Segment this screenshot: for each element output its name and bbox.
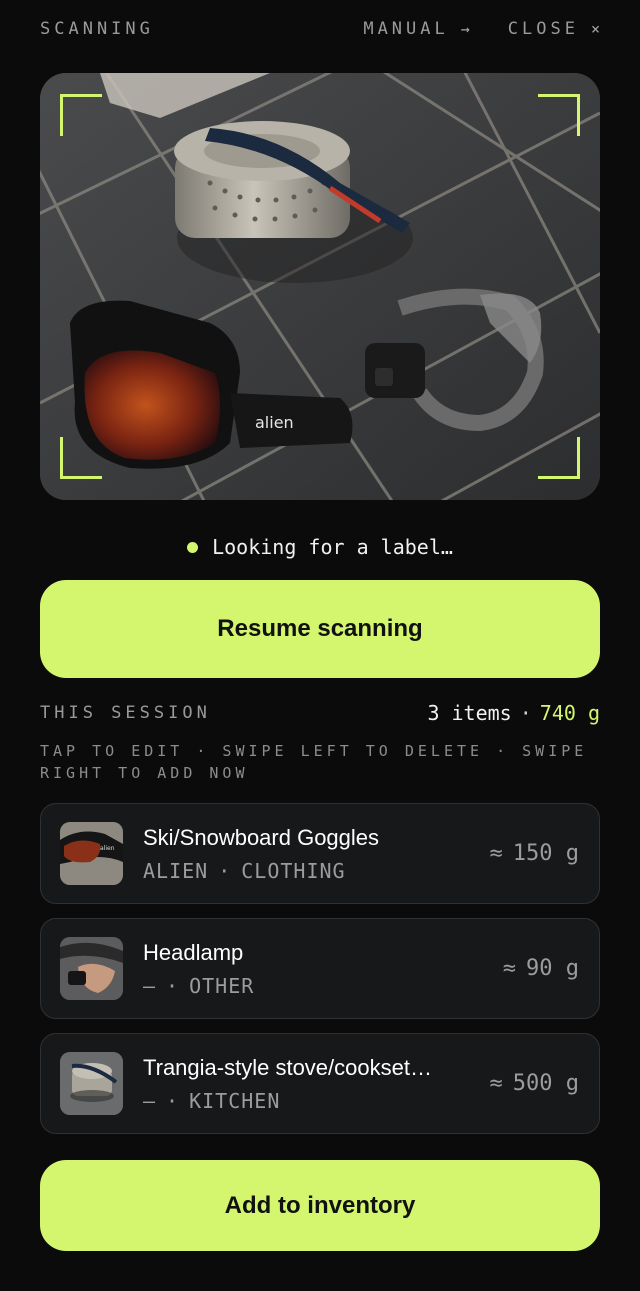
manual-label: MANUAL bbox=[363, 19, 449, 39]
status-dot-icon bbox=[187, 541, 199, 553]
approx-icon: ≈ bbox=[502, 956, 517, 981]
camera-viewfinder[interactable]: alien bbox=[40, 73, 600, 500]
svg-text:alien: alien bbox=[100, 845, 115, 852]
item-meta-separator: · bbox=[166, 974, 180, 998]
camera-feed-image: alien bbox=[40, 73, 600, 500]
approx-icon: ≈ bbox=[489, 1071, 503, 1096]
scan-status: Looking for a label… bbox=[0, 533, 640, 561]
item-category: KITCHEN bbox=[189, 1089, 281, 1113]
top-actions: MANUAL → CLOSE × bbox=[363, 19, 600, 39]
item-name: Ski/Snowboard Goggles bbox=[143, 825, 380, 850]
item-meta-separator: · bbox=[218, 859, 232, 883]
frame-corner-top-right bbox=[538, 94, 580, 136]
add-to-inventory-button[interactable]: Add to inventory bbox=[40, 1160, 600, 1251]
item-brand: ALIEN bbox=[143, 859, 209, 883]
session-header: THIS SESSION 3 items · 740 g bbox=[40, 700, 600, 726]
item-name: Trangia-style stove/cookset… bbox=[143, 1055, 432, 1080]
item-meta: — · KITCHEN bbox=[143, 1089, 280, 1113]
item-weight: ≈ 150 g bbox=[490, 841, 579, 866]
item-brand: — bbox=[143, 974, 157, 998]
session-item-count: 3 items bbox=[427, 701, 512, 725]
svg-text:alien: alien bbox=[255, 413, 294, 432]
item-meta-separator: · bbox=[166, 1089, 180, 1113]
item-weight-value: 150 g bbox=[512, 841, 579, 866]
resume-scanning-button[interactable]: Resume scanning bbox=[40, 580, 600, 678]
item-weight-value: 90 g bbox=[526, 956, 579, 981]
item-category: CLOTHING bbox=[241, 859, 346, 883]
top-bar: SCANNING MANUAL → CLOSE × bbox=[40, 16, 600, 42]
item-weight-value: 500 g bbox=[512, 1071, 579, 1096]
close-icon: × bbox=[590, 20, 600, 38]
item-meta: — · OTHER bbox=[143, 974, 254, 998]
approx-icon: ≈ bbox=[489, 841, 503, 866]
manual-button[interactable]: MANUAL → bbox=[363, 19, 469, 39]
item-meta: ALIEN · CLOTHING bbox=[143, 859, 346, 883]
session-summary: 3 items · 740 g bbox=[427, 701, 600, 725]
frame-corner-bottom-right bbox=[538, 437, 580, 479]
item-weight: ≈ 90 g bbox=[503, 956, 579, 981]
status-text: Looking for a label… bbox=[212, 535, 453, 559]
item-thumbnail: alien bbox=[60, 822, 123, 885]
frame-corner-bottom-left bbox=[60, 437, 102, 479]
item-thumbnail bbox=[60, 937, 123, 1000]
item-category: OTHER bbox=[189, 974, 255, 998]
gesture-hint: TAP TO EDIT · SWIPE LEFT TO DELETE · SWI… bbox=[40, 742, 588, 782]
screen-title: SCANNING bbox=[40, 19, 154, 39]
list-item[interactable]: Headlamp — · OTHER ≈ 90 g bbox=[40, 918, 600, 1019]
frame-corner-top-left bbox=[60, 94, 102, 136]
item-brand: — bbox=[143, 1089, 157, 1113]
session-label: THIS SESSION bbox=[40, 703, 211, 723]
session-total-weight: 740 g bbox=[539, 701, 600, 725]
list-item[interactable]: alien Ski/Snowboard Goggles ALIEN · CLOT… bbox=[40, 803, 600, 904]
item-name: Headlamp bbox=[143, 940, 244, 965]
arrow-right-icon: → bbox=[460, 20, 470, 38]
close-button[interactable]: CLOSE × bbox=[508, 19, 600, 39]
item-thumbnail bbox=[60, 1052, 123, 1115]
list-item[interactable]: Trangia-style stove/cookset… — · KITCHEN… bbox=[40, 1033, 600, 1134]
session-separator: · bbox=[519, 701, 532, 725]
close-label: CLOSE bbox=[507, 19, 579, 39]
item-weight: ≈ 500 g bbox=[490, 1071, 579, 1096]
